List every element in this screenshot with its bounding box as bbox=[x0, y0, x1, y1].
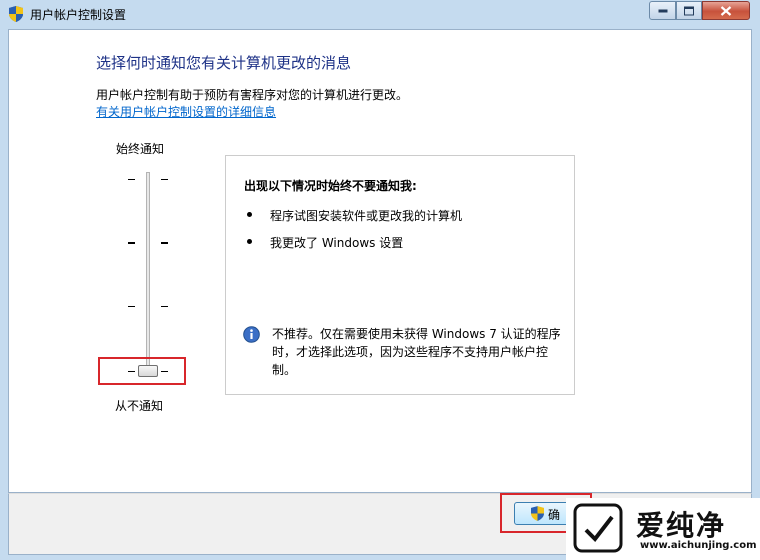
slider-tick bbox=[161, 179, 168, 180]
bullet-dot bbox=[247, 239, 252, 244]
details-link[interactable]: 有关用户帐户控制设置的详细信息 bbox=[96, 103, 276, 120]
uac-shield-icon bbox=[9, 6, 23, 22]
slider-tick bbox=[161, 242, 168, 244]
slider-tick bbox=[128, 242, 135, 244]
uac-settings-window: 用户帐户控制设置 选择何时通知您有关计算机更改的消息 用户帐户控制有助于预防有害… bbox=[0, 0, 760, 560]
minimize-icon bbox=[658, 9, 667, 12]
close-icon bbox=[720, 5, 732, 16]
minimize-button[interactable] bbox=[649, 1, 676, 20]
info-bullet: 我更改了 Windows 设置 bbox=[270, 236, 404, 250]
notification-slider-track[interactable] bbox=[146, 172, 150, 375]
slider-highlight-box bbox=[98, 357, 186, 385]
slider-tick bbox=[161, 306, 168, 307]
description-text: 用户帐户控制有助于预防有害程序对您的计算机进行更改。 bbox=[96, 88, 409, 102]
slider-tick bbox=[128, 306, 135, 307]
title-bar: 用户帐户控制设置 bbox=[0, 0, 760, 28]
info-panel-title: 出现以下情况时始终不要通知我: bbox=[244, 179, 417, 193]
page-heading: 选择何时通知您有关计算机更改的消息 bbox=[96, 54, 352, 72]
info-bullet: 程序试图安装软件或更改我的计算机 bbox=[270, 209, 463, 223]
watermark-brand: 爱纯净 bbox=[636, 509, 727, 542]
bullet-dot bbox=[247, 212, 252, 217]
info-icon bbox=[243, 326, 260, 343]
watermark-logo-icon bbox=[573, 503, 623, 553]
maximize-button[interactable] bbox=[676, 1, 702, 20]
window-title: 用户帐户控制设置 bbox=[30, 8, 127, 22]
maximize-icon bbox=[684, 6, 694, 15]
close-button[interactable] bbox=[702, 1, 750, 20]
warning-note: 不推荐。仅在需要使用未获得 Windows 7 认证的程序时，才选择此选项，因为… bbox=[272, 327, 561, 377]
watermark-url: www.aichunjing.com bbox=[640, 540, 757, 551]
slider-bottom-label: 从不通知 bbox=[115, 399, 164, 413]
slider-tick bbox=[128, 179, 135, 180]
slider-top-label: 始终通知 bbox=[116, 142, 165, 156]
